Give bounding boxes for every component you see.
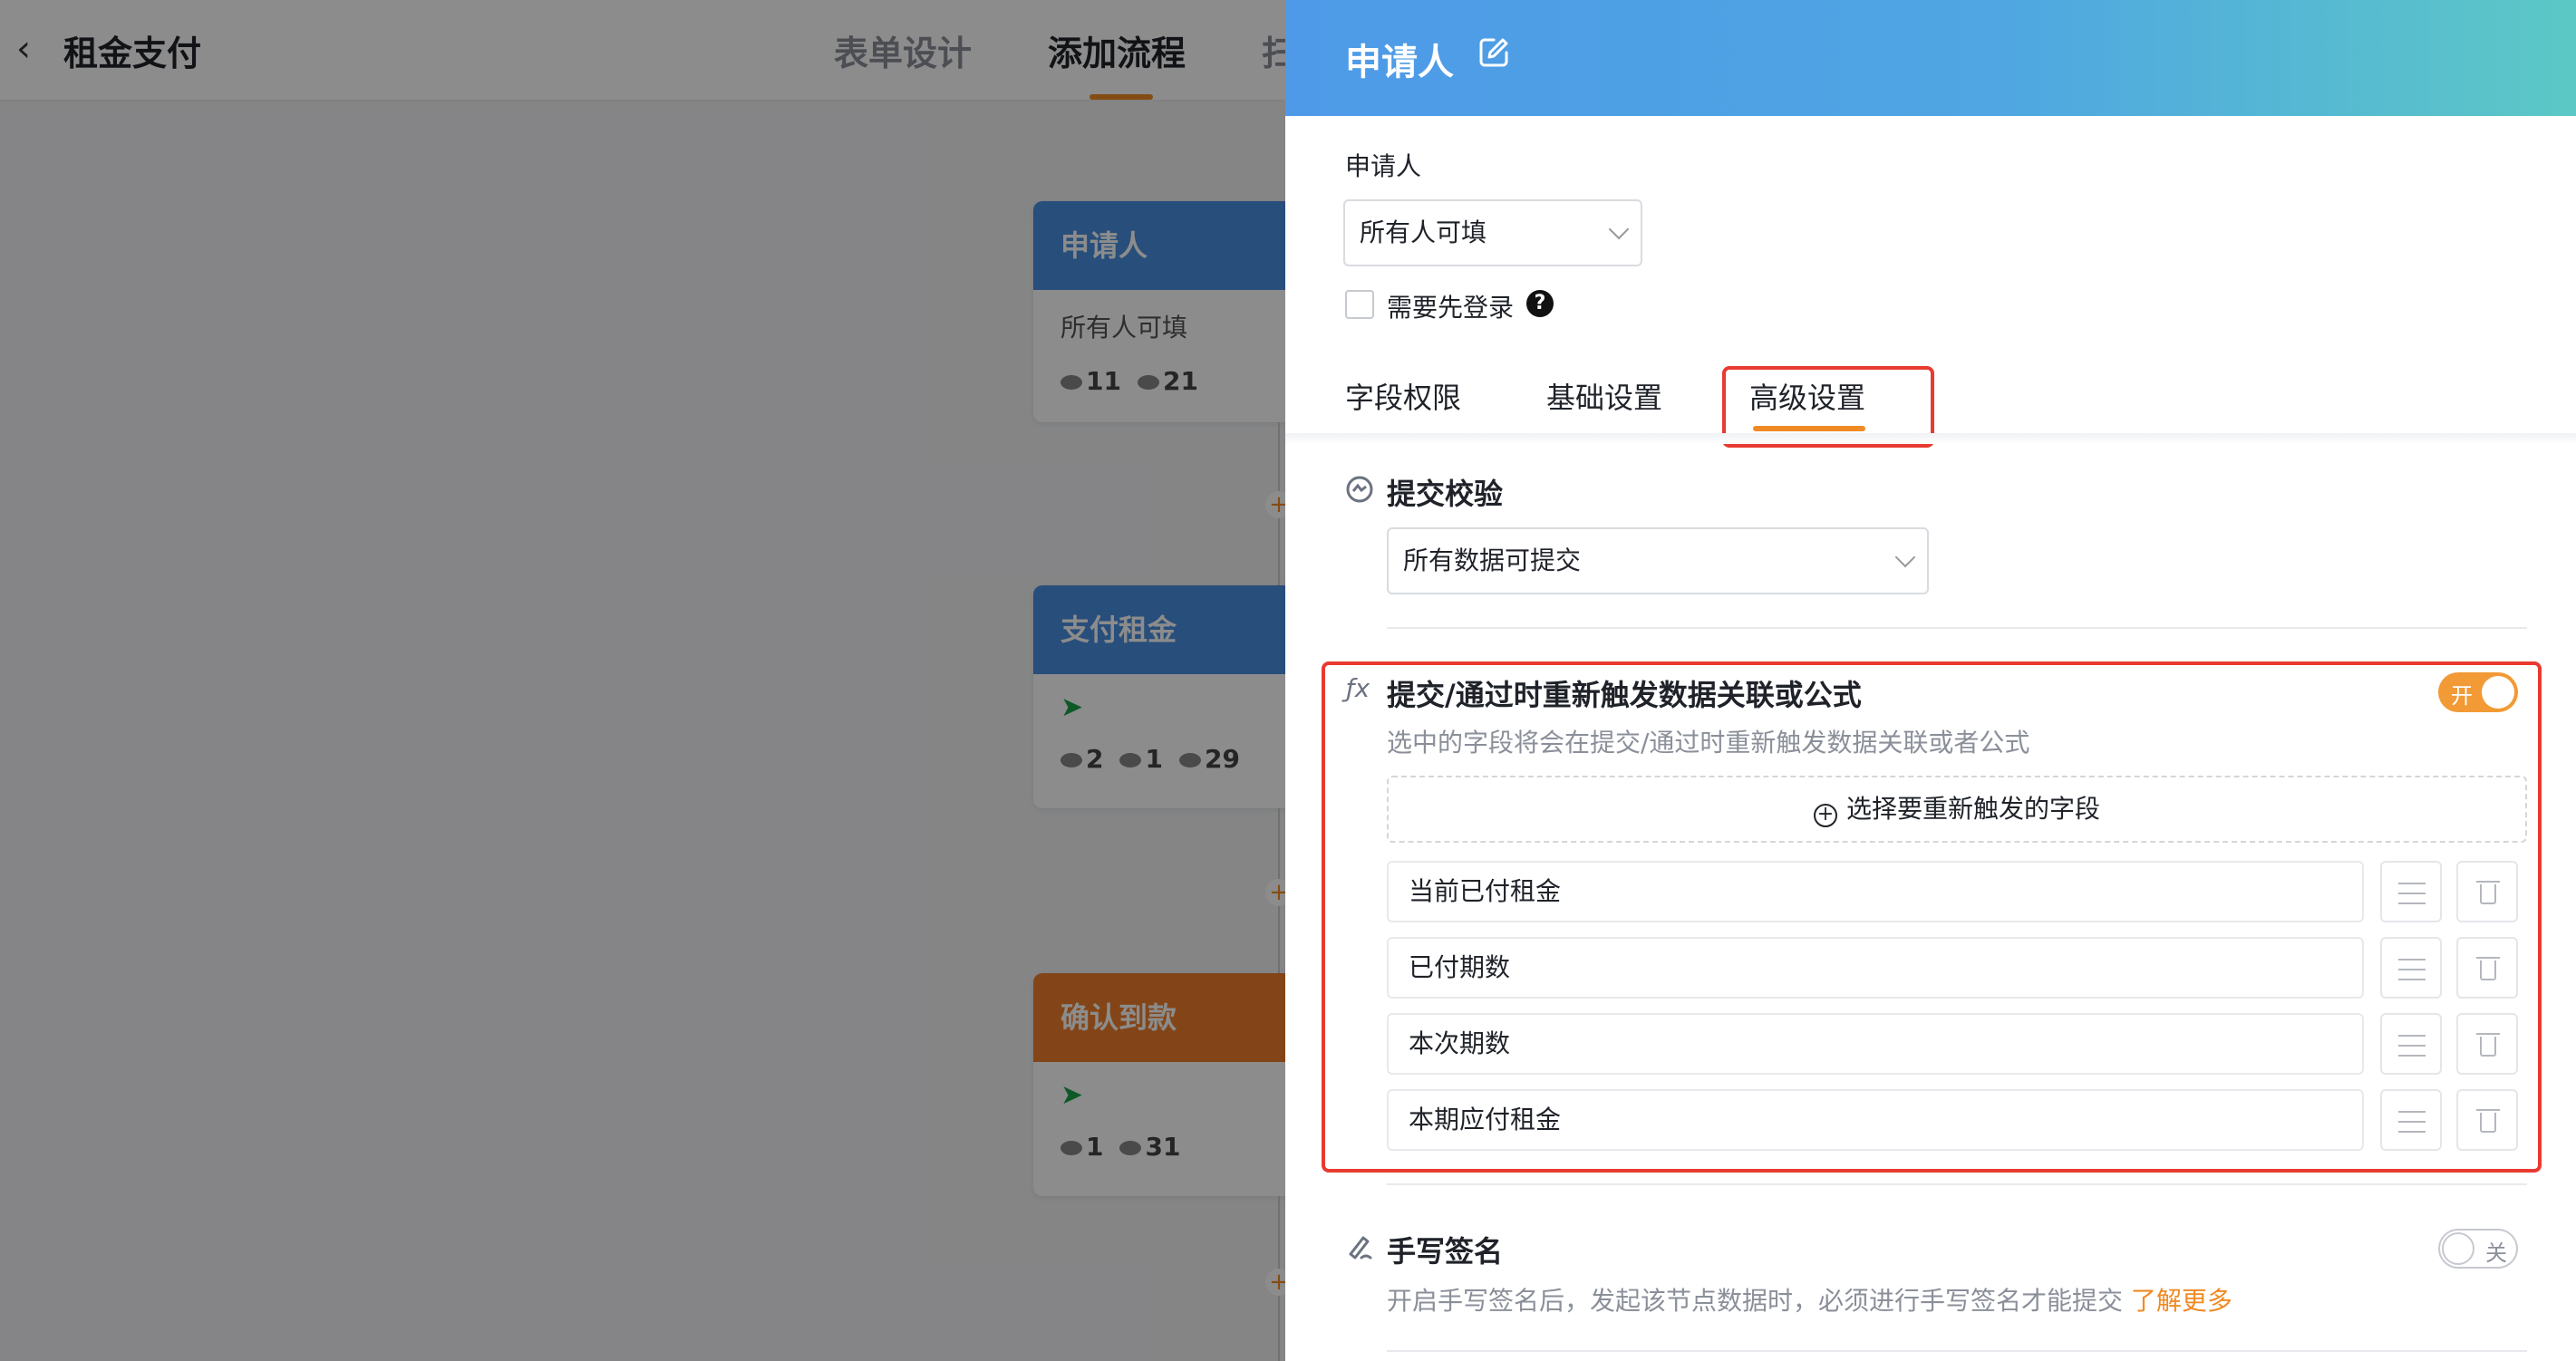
delete-icon[interactable]	[2456, 937, 2518, 999]
learn-more-link[interactable]: 了解更多	[2131, 1286, 2232, 1316]
signature-title: 手写签名	[1387, 1234, 1504, 1269]
applicant-select[interactable]: 所有人可填	[1343, 199, 1642, 266]
tab-field-permissions[interactable]: 字段权限	[1345, 375, 1461, 417]
toggle-knob	[2442, 1232, 2474, 1265]
retrigger-title: 提交/通过时重新触发数据关联或公式	[1387, 678, 1862, 712]
section-divider	[1387, 627, 2527, 629]
retrigger-field-row: 本期应付租金	[1387, 1089, 2527, 1151]
node-settings-drawer: 申请人 申请人 所有人可填 需要先登录 ? 字段权限 基础设置 高级设置 提交校…	[1285, 0, 2576, 1361]
formula-icon: ƒx	[1345, 673, 1370, 703]
drag-handle-icon[interactable]	[2380, 861, 2442, 922]
help-icon[interactable]: ?	[1526, 290, 1554, 317]
plus-circle-icon: +	[1813, 804, 1837, 827]
retrigger-description: 选中的字段将会在提交/通过时重新触发数据关联或者公式	[1387, 728, 2030, 758]
delete-icon[interactable]	[2456, 1089, 2518, 1151]
drag-handle-icon[interactable]	[2380, 937, 2442, 999]
drawer-title: 申请人	[1345, 42, 1454, 83]
require-login-checkbox[interactable]	[1345, 290, 1374, 319]
retrigger-field-row: 已付期数	[1387, 937, 2527, 999]
submit-check-icon	[1346, 476, 1373, 503]
applicant-select-value: 所有人可填	[1360, 217, 1487, 247]
applicant-label: 申请人	[1345, 151, 1422, 181]
select-retrigger-fields-button[interactable]: + 选择要重新触发的字段	[1387, 776, 2527, 843]
retrigger-field-row: 本次期数	[1387, 1013, 2527, 1075]
toggle-label: 开	[2451, 683, 2473, 709]
retrigger-field-row: 当前已付租金	[1387, 861, 2527, 922]
signature-toggle[interactable]: 关	[2438, 1229, 2518, 1269]
tab-basic-settings[interactable]: 基础设置	[1546, 375, 1662, 417]
field-name: 本次期数	[1387, 1013, 2364, 1075]
submit-check-select[interactable]: 所有数据可提交	[1387, 527, 1929, 594]
section-divider	[1387, 1183, 2527, 1185]
retrigger-toggle[interactable]: 开	[2438, 672, 2518, 712]
require-login-label: 需要先登录	[1387, 293, 1515, 323]
signature-description: 开启手写签名后，发起该节点数据时，必须进行手写签名才能提交 了解更多	[1387, 1281, 2232, 1318]
field-name: 已付期数	[1387, 937, 2364, 999]
delete-icon[interactable]	[2456, 861, 2518, 922]
submit-check-title: 提交校验	[1387, 477, 1504, 511]
edit-icon[interactable]	[1476, 34, 1512, 71]
drag-handle-icon[interactable]	[2380, 1089, 2442, 1151]
signature-icon	[1349, 1236, 1372, 1260]
tabs-divider	[1285, 433, 2576, 444]
chevron-down-icon	[1894, 546, 1916, 568]
chevron-down-icon	[1608, 218, 1630, 240]
modal-overlay[interactable]	[0, 0, 1285, 1361]
toggle-label: 关	[2485, 1240, 2507, 1266]
delete-icon[interactable]	[2456, 1013, 2518, 1075]
field-name: 本期应付租金	[1387, 1089, 2364, 1151]
drawer-header: 申请人	[1285, 0, 2576, 116]
select-fields-label: 选择要重新触发的字段	[1845, 794, 2100, 824]
drag-handle-icon[interactable]	[2380, 1013, 2442, 1075]
field-name: 当前已付租金	[1387, 861, 2364, 922]
section-divider	[1387, 1350, 2527, 1352]
signature-desc-text: 开启手写签名后，发起该节点数据时，必须进行手写签名才能提交	[1387, 1286, 2124, 1316]
submit-check-select-value: 所有数据可提交	[1403, 545, 1582, 575]
toggle-knob	[2482, 676, 2514, 709]
